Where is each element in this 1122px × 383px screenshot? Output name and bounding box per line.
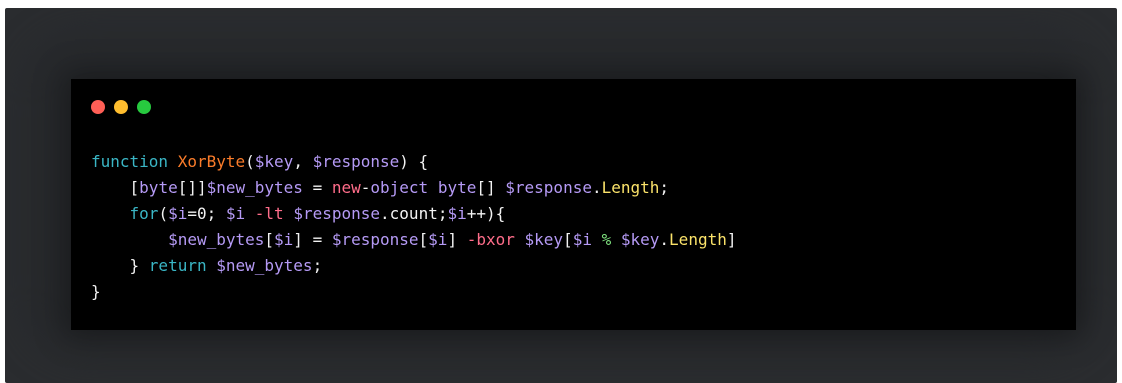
code-token: ( [158, 204, 169, 223]
code-token: ] [726, 230, 737, 249]
code-token: -lt [254, 204, 284, 223]
code-token: $i [168, 204, 188, 223]
code-token: [] [476, 178, 506, 197]
code-token: $response [331, 230, 419, 249]
code-line: [byte[]]$new_bytes = new-object byte[] $… [91, 175, 736, 201]
code-token: $i [274, 230, 294, 249]
code-token: ; [659, 178, 670, 197]
code-token: $response [312, 152, 400, 171]
code-line: $new_bytes[$i] = $response[$i] -bxor $ke… [91, 227, 736, 253]
code-line: } return $new_bytes; [91, 253, 736, 279]
code-token: [ [91, 178, 140, 197]
code-token: ] [447, 230, 467, 249]
code-token: .count; [380, 204, 448, 223]
screenshot-backdrop: function XorByte($key, $response) { [byt… [5, 8, 1117, 383]
red-circle-icon [91, 100, 105, 114]
window-controls [91, 100, 151, 114]
code-token: XorByte [177, 152, 246, 171]
code-token: ) { [399, 152, 429, 171]
code-token: for [129, 204, 159, 223]
code-token: $i [225, 204, 246, 223]
code-token: $response [293, 204, 381, 223]
code-token: $i [447, 204, 467, 223]
code-token: $key [254, 152, 294, 171]
code-token: ++){ [466, 204, 506, 223]
code-token: $key [524, 230, 564, 249]
code-token: [ [264, 230, 275, 249]
code-token: $new_bytes [206, 178, 303, 197]
code-token: . [591, 178, 602, 197]
code-token: $key [620, 230, 660, 249]
code-line: function XorByte($key, $response) { [91, 149, 736, 175]
code-token: $i [572, 230, 592, 249]
code-token: $new_bytes [168, 230, 265, 249]
code-token: . [659, 230, 670, 249]
code-token: byte [139, 178, 178, 197]
code-token: return [148, 256, 207, 275]
code-token: - [360, 178, 371, 197]
code-token: } [91, 256, 149, 275]
code-token: ] = [293, 230, 332, 249]
code-token: Length [669, 230, 727, 249]
code-token: [ [418, 230, 429, 249]
green-circle-icon [137, 100, 151, 114]
code-line: for($i=0; $i -lt $response.count;$i++){ [91, 201, 736, 227]
code-token: new [331, 178, 361, 197]
code-window: function XorByte($key, $response) { [byt… [71, 79, 1076, 330]
code-token: ; [312, 256, 323, 275]
code-token: % [601, 230, 612, 249]
code-token: byte [437, 178, 477, 197]
yellow-circle-icon [114, 100, 128, 114]
code-token: $new_bytes [216, 256, 313, 275]
code-block: function XorByte($key, $response) { [byt… [91, 149, 736, 305]
code-token: object [370, 178, 429, 197]
code-token: $response [505, 178, 592, 197]
code-token: =0; [187, 204, 226, 223]
code-token: function [91, 152, 169, 171]
code-token: = [302, 178, 332, 197]
code-token: ( [245, 152, 255, 171]
code-token: Length [601, 178, 660, 197]
code-token: -bxor [466, 230, 515, 249]
code-line: } [91, 279, 736, 305]
code-token: [ [563, 230, 573, 249]
code-token: , [293, 152, 313, 171]
code-token: } [91, 282, 101, 301]
code-token: $i [428, 230, 448, 249]
code-token: []] [177, 178, 207, 197]
